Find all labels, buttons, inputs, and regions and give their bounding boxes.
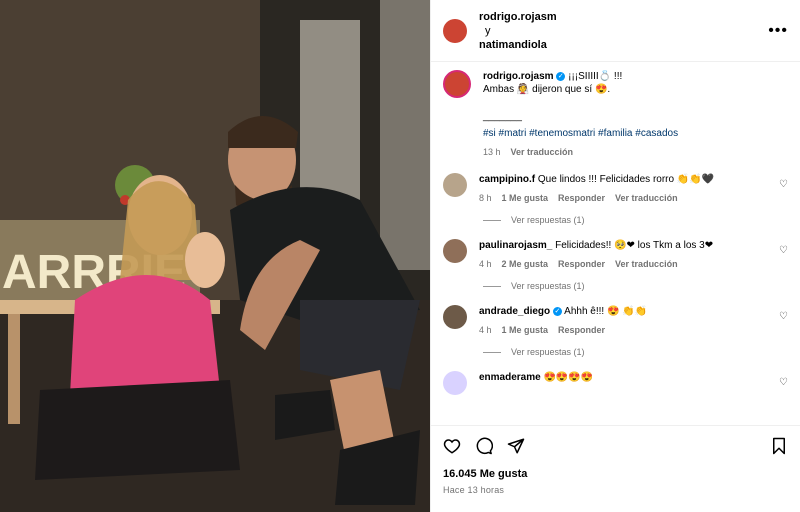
comment-text: Felicidades!! 🥺❤ los Tkm a los 3❤ [555, 240, 714, 251]
verified-badge-icon: ✓ [556, 71, 566, 81]
comment-item: paulinarojasm_ Felicidades!! 🥺❤ los Tkm … [443, 239, 788, 271]
comment-item: enmaderame 😍😍😍😍 ♡ [443, 371, 788, 395]
comment-body: campipino.f Que lindos !!! Felicidades r… [479, 173, 788, 205]
reply-button[interactable]: Responder [558, 192, 605, 205]
comment-item: andrade_diego ✓ Ahhh ê!!! 😍 👏👏 4 h 1 Me … [443, 305, 788, 337]
commenter-username[interactable]: andrade_diego [479, 306, 550, 317]
comment-time: 8 h [479, 193, 492, 203]
view-replies[interactable]: Ver respuestas (1) [483, 281, 788, 291]
comment-body: enmaderame 😍😍😍😍 [479, 371, 788, 395]
caption-translate-link[interactable]: Ver traducción [511, 146, 574, 159]
comment-text: Ahhh ê!!! 😍 👏👏 [564, 306, 648, 317]
comment-body: andrade_diego ✓ Ahhh ê!!! 😍 👏👏 4 h 1 Me … [479, 305, 788, 337]
collab-username[interactable]: natimandiola [479, 38, 768, 52]
comment-likes[interactable]: 1 Me gusta [502, 192, 549, 205]
caption-time: 13 h [483, 147, 501, 157]
post-time: Hace 13 horas [443, 485, 505, 495]
post-side-panel: rodrigo.rojasm y natimandiola ••• rodrig… [430, 0, 800, 512]
comment-like-heart-icon[interactable]: ♡ [779, 179, 788, 190]
caption-hashtags[interactable]: #si #matri #tenemosmatri #familia #casad… [483, 127, 788, 140]
comment-like-heart-icon[interactable]: ♡ [779, 245, 788, 256]
bookmark-icon[interactable] [770, 437, 788, 455]
author-avatar[interactable] [443, 18, 467, 43]
authors-and: y [485, 24, 491, 37]
caption-line2: Ambas 👰 dijeron que sí 😍. [483, 84, 611, 95]
more-options-icon[interactable]: ••• [768, 22, 788, 40]
commenter-avatar[interactable] [443, 173, 467, 197]
like-count[interactable]: 16.045 Me gusta [443, 468, 788, 480]
comment-bubble-icon[interactable] [475, 437, 493, 455]
commenter-avatar[interactable] [443, 239, 467, 263]
view-replies-label[interactable]: Ver respuestas (1) [511, 281, 585, 291]
view-replies[interactable]: Ver respuestas (1) [483, 347, 788, 357]
replies-line [483, 219, 501, 221]
author-username[interactable]: rodrigo.rojasm [479, 10, 768, 24]
comments-list[interactable]: rodrigo.rojasm ✓ ¡¡¡SIIIII💍 !!! Ambas 👰 … [431, 70, 800, 420]
commenter-avatar[interactable] [443, 305, 467, 329]
verified-badge-icon: ✓ [552, 306, 562, 316]
commenter-username[interactable]: campipino.f [479, 174, 535, 185]
caption-body: rodrigo.rojasm ✓ ¡¡¡SIIIII💍 !!! Ambas 👰 … [483, 70, 788, 159]
post-header: rodrigo.rojasm y natimandiola ••• [431, 0, 800, 62]
comment-text: 😍😍😍😍 [543, 372, 594, 383]
post-actions [443, 434, 788, 458]
instagram-post-modal: ARRRIE rodrigo.rojasm y natimandiola •••… [0, 0, 800, 512]
commenter-username[interactable]: paulinarojasm_ [479, 240, 552, 251]
comment-item: campipino.f Que lindos !!! Felicidades r… [443, 173, 788, 205]
post-footer: 16.045 Me gusta Hace 13 horas [431, 425, 800, 495]
caption-avatar[interactable] [443, 70, 471, 98]
replies-line [483, 351, 501, 353]
post-photo[interactable]: ARRRIE [0, 0, 430, 512]
comment-like-heart-icon[interactable]: ♡ [779, 377, 788, 388]
translate-link[interactable]: Ver traducción [615, 192, 678, 205]
paper-plane-icon[interactable] [507, 437, 525, 455]
comment-like-heart-icon[interactable]: ♡ [779, 311, 788, 322]
view-replies[interactable]: Ver respuestas (1) [483, 215, 788, 225]
caption-line1: ¡¡¡SIIIII💍 !!! [568, 71, 623, 82]
caption-username[interactable]: rodrigo.rojasm [483, 71, 554, 82]
caption-separator: _______ [483, 111, 522, 122]
reply-button[interactable]: Responder [558, 258, 605, 271]
comment-likes[interactable]: 2 Me gusta [502, 258, 549, 271]
translate-link[interactable]: Ver traducción [615, 258, 678, 271]
view-replies-label[interactable]: Ver respuestas (1) [511, 215, 585, 225]
caption: rodrigo.rojasm ✓ ¡¡¡SIIIII💍 !!! Ambas 👰 … [443, 70, 788, 159]
post-authors: rodrigo.rojasm y natimandiola [479, 10, 768, 52]
heart-outline-icon[interactable] [443, 437, 461, 455]
reply-button[interactable]: Responder [558, 324, 605, 337]
commenter-avatar[interactable] [443, 371, 467, 395]
comment-time: 4 h [479, 259, 492, 269]
comment-text: Que lindos !!! Felicidades rorro 👏👏🖤 [537, 174, 715, 185]
view-replies-label[interactable]: Ver respuestas (1) [511, 347, 585, 357]
comment-time: 4 h [479, 325, 492, 335]
replies-line [483, 285, 501, 287]
comment-likes[interactable]: 1 Me gusta [502, 324, 549, 337]
comment-body: paulinarojasm_ Felicidades!! 🥺❤ los Tkm … [479, 239, 788, 271]
photo-illustration: ARRRIE [0, 0, 430, 512]
commenter-username[interactable]: enmaderame [479, 372, 541, 383]
